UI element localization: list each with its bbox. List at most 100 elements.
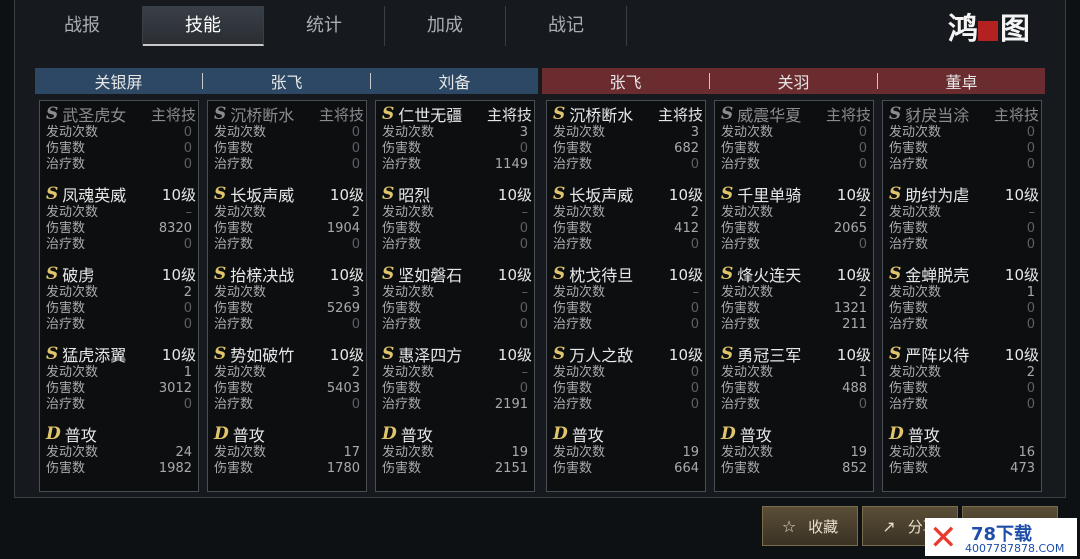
skill-header[interactable]: S 沉桥断水 主将技 <box>214 103 364 125</box>
stat-value: 0 <box>690 237 699 252</box>
skill-block: S 千里单骑 10级 发动次数 2 伤害数 2065 治疗数 0 <box>721 183 871 253</box>
skill-header[interactable]: D 普攻 <box>214 423 364 445</box>
skill-header[interactable]: S 烽火连天 10级 <box>721 263 871 285</box>
skill-header[interactable]: S 金蝉脱壳 10级 <box>889 263 1039 285</box>
skill-grade: D <box>46 424 61 444</box>
stat-row: 伤害数 1904 <box>214 221 364 237</box>
skill-header[interactable]: S 破虏 10级 <box>46 263 196 285</box>
stat-value: 2065 <box>833 221 867 236</box>
stat-label: 伤害数 <box>889 301 929 316</box>
collect-button[interactable]: ☆ 收藏 <box>762 506 858 546</box>
skill-header[interactable]: S 万人之敌 10级 <box>553 343 703 365</box>
general-skill-card: S 威震华夏 主将技 发动次数 0 伤害数 0 治疗数 0 S 千里单骑 10级 发动次数 2 伤害数 206… <box>714 100 874 492</box>
skill-name: 沉桥断水 <box>569 106 634 125</box>
general-name: 董卓 <box>945 73 978 92</box>
skill-name: 抬榇决战 <box>230 266 295 285</box>
stat-label: 伤害数 <box>889 221 929 236</box>
skill-header[interactable]: S 势如破竹 10级 <box>214 343 364 365</box>
stat-value: 0 <box>1026 141 1035 156</box>
skill-header[interactable]: S 严阵以待 10级 <box>889 343 1039 365</box>
skill-grade: S <box>721 344 734 364</box>
stat-row: 发动次数 – <box>382 365 532 381</box>
stat-row: 发动次数 1 <box>721 365 871 381</box>
stat-label: 伤害数 <box>46 381 86 396</box>
skill-header[interactable]: S 武圣虎女 主将技 <box>46 103 196 125</box>
skill-header[interactable]: S 仁世无疆 主将技 <box>382 103 532 125</box>
stat-value: 0 <box>351 237 360 252</box>
stat-row: 治疗数 0 <box>46 237 196 253</box>
skill-name: 凤魂英威 <box>62 186 127 205</box>
skill-block: S 凤魂英威 10级 发动次数 – 伤害数 8320 治疗数 0 <box>46 183 196 253</box>
stat-value: 1149 <box>494 157 528 172</box>
stat-value: 0 <box>858 397 867 412</box>
skill-level: 主将技 <box>486 105 532 124</box>
skill-header[interactable]: S 抬榇决战 10级 <box>214 263 364 285</box>
tab-battle-log[interactable]: 战记 <box>506 6 627 46</box>
skill-header[interactable]: S 惠泽四方 10级 <box>382 343 532 365</box>
skill-header[interactable]: S 枕戈待旦 10级 <box>553 263 703 285</box>
skill-header[interactable]: D 普攻 <box>46 423 196 445</box>
skill-grade: S <box>214 104 227 124</box>
stat-value: 1904 <box>326 221 360 236</box>
skill-grade: S <box>46 344 59 364</box>
stat-label: 治疗数 <box>46 157 86 172</box>
skill-header[interactable]: S 勇冠三军 10级 <box>721 343 871 365</box>
tab-skills[interactable]: 技能 <box>143 6 264 46</box>
skill-name: 普攻 <box>739 426 772 445</box>
stat-value: 0 <box>1026 301 1035 316</box>
stat-value: 1 <box>858 365 867 380</box>
stat-row: 伤害数 5269 <box>214 301 364 317</box>
skill-level: 10级 <box>329 345 364 364</box>
skill-header[interactable]: S 昭烈 10级 <box>382 183 532 205</box>
skill-header[interactable]: D 普攻 <box>721 423 871 445</box>
stat-row: 发动次数 3 <box>382 125 532 141</box>
stat-row: 治疗数 0 <box>889 317 1039 333</box>
skill-name: 威震华夏 <box>737 106 802 125</box>
skill-header[interactable]: D 普攻 <box>382 423 532 445</box>
tab-bonus[interactable]: 加成 <box>385 6 506 46</box>
stat-label: 发动次数 <box>382 205 435 220</box>
stat-value: – <box>1028 205 1036 220</box>
skill-header[interactable]: S 助纣为虐 10级 <box>889 183 1039 205</box>
skill-header[interactable]: S 坚如磐石 10级 <box>382 263 532 285</box>
stat-label: 伤害数 <box>214 461 254 476</box>
skill-name: 惠泽四方 <box>398 346 463 365</box>
skill-header[interactable]: D 普攻 <box>553 423 703 445</box>
skill-level: 10级 <box>161 265 196 284</box>
skill-name: 普攻 <box>571 426 604 445</box>
stat-label: 发动次数 <box>553 365 606 380</box>
stat-value: 17 <box>343 445 360 460</box>
skill-header[interactable]: S 威震华夏 主将技 <box>721 103 871 125</box>
stat-row: 治疗数 0 <box>553 397 703 413</box>
skill-header[interactable]: S 豺戾当涂 主将技 <box>889 103 1039 125</box>
stat-row: 发动次数 16 <box>889 445 1039 461</box>
stat-row: 伤害数 0 <box>214 141 364 157</box>
stat-label: 发动次数 <box>721 285 774 300</box>
red-team-header: 张飞 关羽 董卓 <box>542 68 1045 94</box>
skill-header[interactable]: S 沉桥断水 主将技 <box>553 103 703 125</box>
tab-statistics[interactable]: 统计 <box>264 6 385 46</box>
tab-bar: 战报 技能 统计 加成 战记 <box>22 6 627 48</box>
skill-header[interactable]: S 千里单骑 10级 <box>721 183 871 205</box>
stat-label: 发动次数 <box>889 125 942 140</box>
skill-block: S 抬榇决战 10级 发动次数 3 伤害数 5269 治疗数 0 <box>214 263 364 333</box>
skill-header[interactable]: S 凤魂英威 10级 <box>46 183 196 205</box>
stat-row: 伤害数 0 <box>553 381 703 397</box>
skill-name: 猛虎添翼 <box>62 346 127 365</box>
skill-header[interactable]: D 普攻 <box>889 423 1039 445</box>
skill-grade: S <box>721 104 734 124</box>
stat-label: 伤害数 <box>553 141 593 156</box>
skill-header[interactable]: S 猛虎添翼 10级 <box>46 343 196 365</box>
stat-label: 伤害数 <box>721 301 761 316</box>
stat-value: 3012 <box>158 381 192 396</box>
skill-header[interactable]: S 长坂声威 10级 <box>214 183 364 205</box>
watermark: ✕ 78下载 4007787878.COM <box>925 518 1077 558</box>
stat-label: 治疗数 <box>721 317 761 332</box>
stat-label: 伤害数 <box>382 461 422 476</box>
skill-level: 10级 <box>497 345 532 364</box>
skill-header[interactable]: S 长坂声威 10级 <box>553 183 703 205</box>
skill-block: S 枕戈待旦 10级 发动次数 – 伤害数 0 治疗数 0 <box>553 263 703 333</box>
stat-value: 488 <box>842 381 867 396</box>
stat-row: 治疗数 0 <box>214 237 364 253</box>
tab-battle-report[interactable]: 战报 <box>22 6 143 46</box>
